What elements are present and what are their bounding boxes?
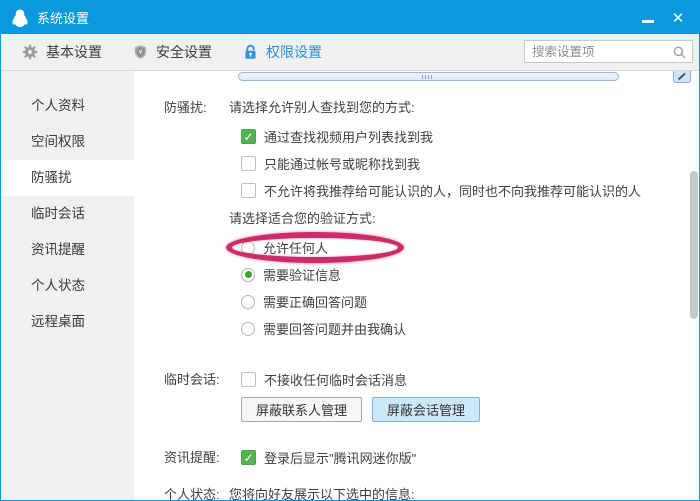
status-prompt: 您将向好友展示以下选中的信息: (229, 486, 677, 501)
sidebar-item-remote-desk[interactable]: 远程桌面 (1, 304, 134, 340)
temp-session-option-row: 不接收任何临时会话消息 (241, 371, 677, 388)
find-option-row: 不允许将我推荐给可能认识的人，同时也不向我推荐可能认识的人 (241, 182, 677, 199)
find-option-row: 只能通过帐号或昵称找到我 (241, 155, 677, 172)
tab-basic-settings[interactable]: 基本设置 (22, 42, 102, 62)
sidebar-item-temp-session[interactable]: 临时会话 (1, 196, 134, 232)
search-icon (672, 45, 687, 60)
search-input[interactable] (525, 41, 692, 62)
lock-icon (243, 44, 258, 60)
titlebar: 系统设置 ✕ (1, 1, 699, 34)
checkbox-show-mini-tencent[interactable] (241, 450, 256, 465)
section-news-alert: 资讯提醒: 登录后显示"腾讯网迷你版" (164, 449, 677, 466)
sidebar-item-news-alert[interactable]: 资讯提醒 (1, 232, 134, 268)
tab-label: 安全设置 (156, 42, 212, 62)
tab-security-settings[interactable]: 安全设置 (133, 42, 212, 62)
checkbox-find-by-video-list[interactable] (241, 129, 256, 144)
qq-penguin-icon (10, 8, 30, 28)
sidebar-item-profile[interactable]: 个人资料 (1, 88, 134, 124)
shield-icon (133, 44, 148, 60)
pencil-icon (677, 72, 687, 81)
window-title: 系统设置 (37, 8, 89, 27)
checkbox-label: 不接收任何临时会话消息 (264, 370, 407, 389)
edit-corner-button[interactable] (673, 71, 691, 83)
verify-option-row: 需要回答问题并由我确认 (241, 320, 677, 337)
gear-icon (22, 44, 38, 60)
settings-sidebar: 个人资料 空间权限 防骚扰 临时会话 资讯提醒 个人状态 远程桌面 (1, 71, 134, 500)
settings-search (524, 40, 693, 63)
checkbox-find-by-account-only[interactable] (241, 156, 256, 171)
find-option-row: 通过查找视频用户列表找到我 (241, 128, 677, 145)
section-temp-session: 临时会话: 不接收任何临时会话消息 屏蔽联系人管理 屏蔽会话管理 (164, 371, 677, 422)
scrollbar-grip-icon (422, 75, 434, 79)
horizontal-scrollbar[interactable] (238, 72, 619, 81)
radio-allow-anyone[interactable] (241, 241, 255, 255)
tab-label: 权限设置 (266, 42, 322, 62)
radio-need-verification[interactable] (241, 268, 255, 282)
checkbox-label: 登录后显示"腾讯网迷你版" (264, 448, 416, 467)
manage-blocked-sessions-button[interactable]: 屏蔽会话管理 (372, 397, 480, 422)
close-button[interactable]: ✕ (663, 1, 693, 34)
radio-label: 允许任何人 (263, 238, 328, 257)
section-label: 资讯提醒: (164, 449, 229, 466)
checkbox-no-recommend[interactable] (241, 183, 256, 198)
section-personal-status: 个人状态: 您将向好友展示以下选中的信息: 我的输入状态 (164, 486, 677, 501)
minimize-icon (642, 20, 654, 23)
radio-answer-question[interactable] (241, 295, 255, 309)
verify-option-row: 需要正确回答问题 (241, 293, 677, 310)
checkbox-label: 通过查找视频用户列表找到我 (264, 127, 433, 146)
checkbox-label: 不允许将我推荐给可能认识的人，同时也不向我推荐可能认识的人 (264, 181, 641, 200)
radio-label: 需要回答问题并由我确认 (263, 319, 406, 338)
section-label: 个人状态: (164, 486, 229, 501)
checkbox-label: 只能通过帐号或昵称找到我 (264, 154, 420, 173)
radio-answer-and-confirm[interactable] (241, 322, 255, 336)
section-anti-harass: 防骚扰: 请选择允许别人查找到您的方式: 通过查找视频用户列表找到我 只能通过帐… (164, 99, 677, 347)
vertical-scrollbar-thumb[interactable] (690, 171, 698, 319)
section-label: 防骚扰: (164, 99, 229, 347)
manage-blocked-contacts-button[interactable]: 屏蔽联系人管理 (241, 397, 362, 422)
sidebar-item-status[interactable]: 个人状态 (1, 268, 134, 304)
settings-window: 系统设置 ✕ (0, 0, 700, 501)
minimize-button[interactable] (633, 1, 663, 34)
settings-content: 防骚扰: 请选择允许别人查找到您的方式: 通过查找视频用户列表找到我 只能通过帐… (134, 71, 699, 500)
radio-label: 需要正确回答问题 (263, 292, 367, 311)
tab-label: 基本设置 (46, 42, 102, 62)
verify-option-row: 需要验证信息 (241, 266, 677, 283)
radio-label: 需要验证信息 (263, 265, 341, 284)
verify-prompt: 请选择适合您的验证方式: (229, 210, 677, 227)
verify-option-row: 允许任何人 (241, 239, 677, 256)
checkbox-no-temp-messages[interactable] (241, 372, 256, 387)
section-label: 临时会话: (164, 371, 229, 422)
sidebar-item-anti-harass[interactable]: 防骚扰 (1, 160, 134, 196)
close-icon: ✕ (672, 9, 685, 27)
news-alert-option-row: 登录后显示"腾讯网迷你版" (241, 449, 677, 466)
tab-permission-settings[interactable]: 权限设置 (243, 42, 322, 62)
find-prompt: 请选择允许别人查找到您的方式: (229, 99, 677, 116)
sidebar-item-space-perms[interactable]: 空间权限 (1, 124, 134, 160)
